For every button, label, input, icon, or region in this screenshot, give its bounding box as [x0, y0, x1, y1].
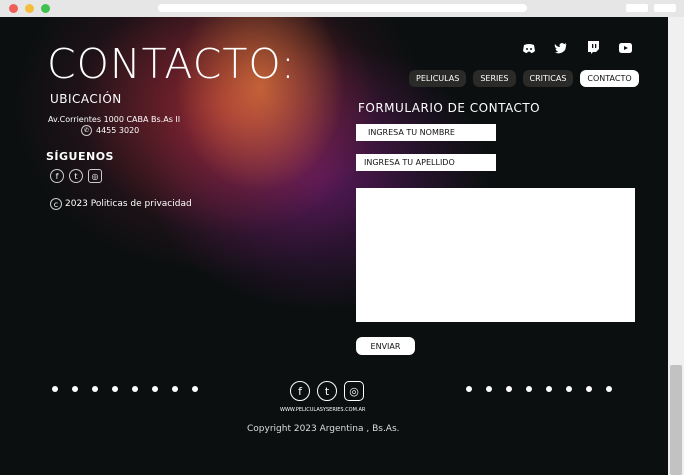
location-heading: UBICACIÓN [50, 92, 122, 106]
address-text: Av.Corrientes 1000 CABA Bs.As II [48, 115, 181, 124]
page-content: CONTACTO: PELICULAS SERIES CRITICAS CONT… [0, 17, 668, 475]
side-social-icons: f t ◎ [50, 169, 102, 183]
instagram-icon[interactable]: ◎ [88, 169, 102, 183]
send-button[interactable]: ENVIAR [356, 337, 415, 355]
whatsapp-icon: ✆ [81, 125, 92, 136]
scrollbar-thumb[interactable] [670, 365, 682, 475]
twitter-icon[interactable]: t [317, 381, 337, 401]
footer-dots-left [52, 386, 198, 392]
privacy-policy-link[interactable]: 2023 Politicas de privacidad [65, 199, 192, 209]
phone-number: 4455 3020 [96, 126, 140, 135]
address-bar[interactable] [158, 4, 527, 12]
policy-row: c 2023 Politicas de privacidad [50, 198, 192, 210]
footer-copyright: Copyright 2023 Argentina , Bs.As. [247, 424, 400, 434]
top-social-icons [522, 41, 632, 55]
page-title: CONTACTO: [47, 40, 296, 88]
phone-row: ✆ 4455 3020 [81, 125, 139, 136]
browser-chrome [0, 0, 684, 18]
footer-social-icons: f t ◎ [290, 381, 364, 401]
nav-criticas[interactable]: CRITICAS [522, 70, 574, 87]
maximize-window-button[interactable] [41, 4, 50, 13]
nav-series[interactable]: SERIES [473, 70, 516, 87]
main-nav: PELICULAS SERIES CRITICAS CONTACTO [409, 70, 639, 87]
twitter-icon[interactable]: t [69, 169, 83, 183]
follow-heading: SÍGUENOS [46, 150, 114, 163]
footer-dots-right [466, 386, 612, 392]
twitch-icon[interactable] [586, 41, 600, 55]
instagram-icon[interactable]: ◎ [344, 381, 364, 401]
nav-contacto[interactable]: CONTACTO [580, 70, 639, 87]
twitter-icon[interactable] [554, 41, 568, 55]
last-name-field[interactable]: INGRESA TU APELLIDO [356, 154, 496, 171]
message-textarea[interactable] [356, 188, 635, 322]
first-name-field[interactable]: INGRESA TU NOMBRE [356, 124, 496, 141]
nav-peliculas[interactable]: PELICULAS [409, 70, 467, 87]
copyright-icon: c [50, 198, 62, 210]
form-heading: FORMULARIO DE CONTACTO [358, 101, 541, 115]
discord-icon[interactable] [522, 41, 536, 55]
facebook-icon[interactable]: f [50, 169, 64, 183]
minimize-window-button[interactable] [25, 4, 34, 13]
youtube-icon[interactable] [618, 41, 632, 55]
browser-control-button[interactable] [626, 4, 648, 12]
footer-site-link[interactable]: WWW.PELICULASYSERIES.COM.AR [280, 407, 365, 413]
close-window-button[interactable] [9, 4, 18, 13]
facebook-icon[interactable]: f [290, 381, 310, 401]
browser-control-button[interactable] [654, 4, 676, 12]
